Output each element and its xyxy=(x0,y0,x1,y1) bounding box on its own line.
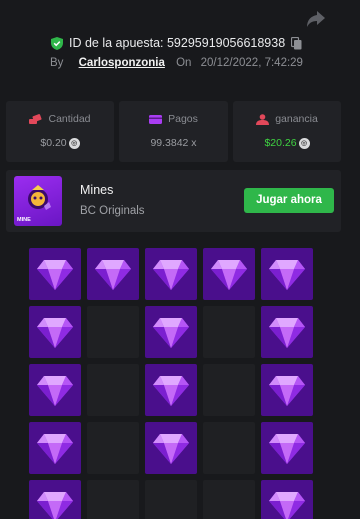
stat-value: 99.3842 x xyxy=(150,137,197,149)
gem-icon xyxy=(211,260,247,290)
on-label: On xyxy=(176,57,192,69)
mines-game-thumbnail[interactable]: MINE xyxy=(14,176,62,226)
by-label: By xyxy=(50,57,64,69)
gem-tile xyxy=(261,422,313,474)
coin-icon: ◎ xyxy=(298,137,310,149)
empty-tile xyxy=(203,422,255,474)
coin-icon: ◎ xyxy=(68,137,80,149)
stat-label: Pagos xyxy=(168,113,198,125)
empty-tile xyxy=(203,480,255,519)
gem-tile xyxy=(29,480,81,519)
bet-author-row: By Carlosponzonia On 20/12/2022, 7:42:29 xyxy=(50,57,303,69)
gem-icon xyxy=(269,434,305,464)
gem-icon xyxy=(37,434,73,464)
bet-id-row: ID de la apuesta: 59295919056618938 xyxy=(51,36,302,50)
gem-tile xyxy=(145,422,197,474)
gem-tile xyxy=(203,248,255,300)
wallet-icon xyxy=(149,114,163,124)
stat-ganancia: ganancia $20.26 ◎ xyxy=(233,101,341,162)
empty-tile xyxy=(145,480,197,519)
coins-icon xyxy=(29,113,42,124)
play-now-button[interactable]: Jugar ahora xyxy=(244,188,334,213)
shield-check-icon xyxy=(51,36,63,50)
gem-icon xyxy=(269,376,305,406)
gem-tile xyxy=(145,306,197,358)
mines-mascot-icon xyxy=(28,185,51,210)
empty-tile xyxy=(203,364,255,416)
stat-value: $20.26 xyxy=(264,137,297,149)
empty-tile xyxy=(87,480,139,519)
thumbnail-text: MINE xyxy=(17,217,31,223)
bet-timestamp: 20/12/2022, 7:42:29 xyxy=(200,57,303,69)
username-link[interactable]: Carlosponzonia xyxy=(79,57,165,69)
person-icon xyxy=(256,113,270,125)
copy-icon[interactable] xyxy=(291,36,302,50)
gem-tile xyxy=(261,480,313,519)
stat-label: ganancia xyxy=(275,113,318,125)
gem-tile xyxy=(261,364,313,416)
stat-pagos: Pagos 99.3842 x xyxy=(119,101,228,162)
gem-tile xyxy=(29,306,81,358)
gem-tile xyxy=(29,364,81,416)
gem-tile xyxy=(87,248,139,300)
gem-tile xyxy=(261,306,313,358)
stat-cantidad: Cantidad $0.20 ◎ xyxy=(6,101,114,162)
gem-icon xyxy=(269,260,305,290)
gem-tile xyxy=(145,364,197,416)
empty-tile xyxy=(87,306,139,358)
gem-tile xyxy=(261,248,313,300)
gem-icon xyxy=(269,492,305,519)
empty-tile xyxy=(87,422,139,474)
gem-icon xyxy=(37,318,73,348)
game-provider: BC Originals xyxy=(80,205,145,217)
game-title: Mines xyxy=(80,183,114,197)
gem-icon xyxy=(153,260,189,290)
gem-icon xyxy=(37,376,73,406)
gem-icon xyxy=(269,318,305,348)
empty-tile xyxy=(87,364,139,416)
gem-icon xyxy=(153,434,189,464)
game-card: MINE Mines BC Originals Jugar ahora xyxy=(6,170,341,232)
gem-tile xyxy=(29,422,81,474)
share-icon[interactable] xyxy=(306,10,326,28)
mines-board xyxy=(29,248,313,519)
empty-tile xyxy=(203,306,255,358)
stat-label: Cantidad xyxy=(48,113,91,125)
gem-icon xyxy=(153,318,189,348)
stat-value: $0.20 xyxy=(40,137,67,149)
gem-icon xyxy=(95,260,131,290)
gem-tile xyxy=(145,248,197,300)
gem-tile xyxy=(29,248,81,300)
gem-icon xyxy=(37,492,73,519)
gem-icon xyxy=(37,260,73,290)
gem-icon xyxy=(153,376,189,406)
bet-id-text: ID de la apuesta: 59295919056618938 xyxy=(69,36,286,50)
